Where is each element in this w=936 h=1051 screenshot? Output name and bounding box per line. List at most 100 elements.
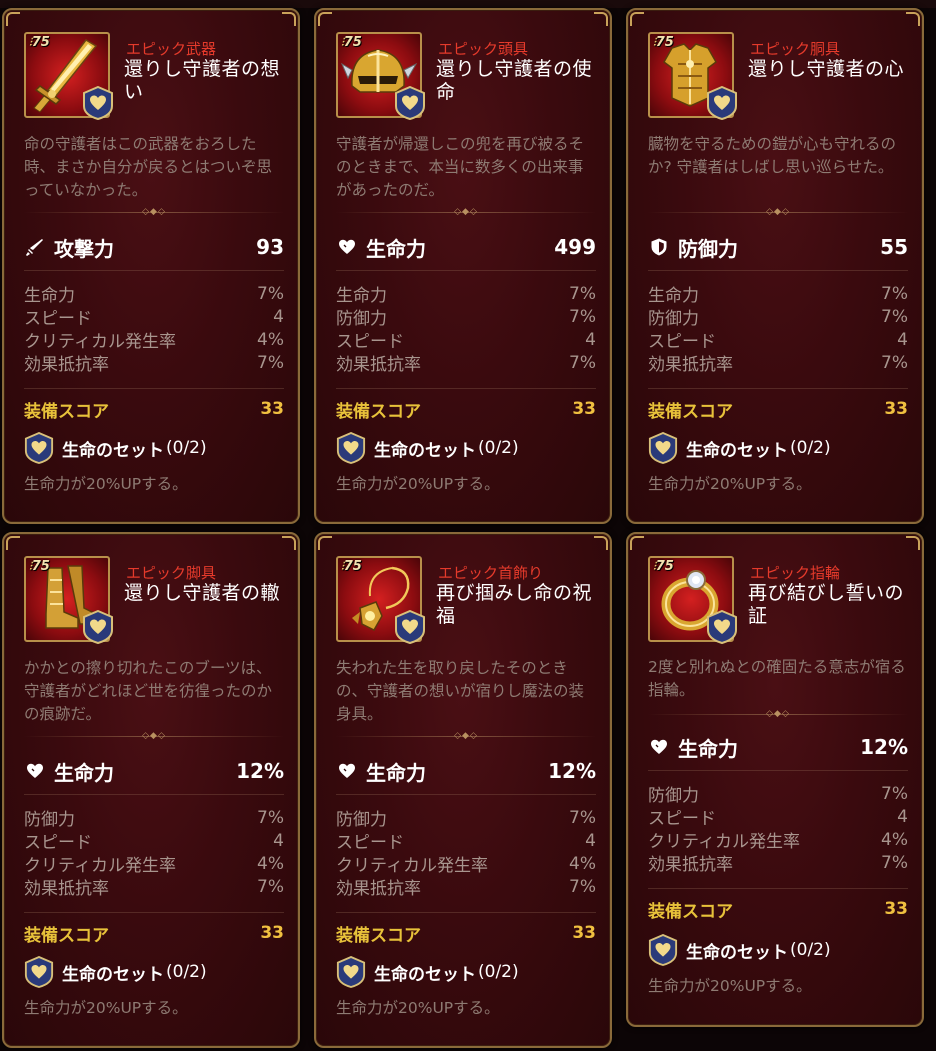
substat-value: 4 xyxy=(273,306,284,327)
substat-label: 効果抵抗率 xyxy=(336,355,421,375)
substat-value: 7% xyxy=(569,283,596,304)
equipment-card-5[interactable]: ⫶75 エピック首飾り 再び掴みし命の祝福 失われた生を取り戻したそのときの、守… xyxy=(314,532,612,1048)
set-row[interactable]: 生命のセット (0/2) xyxy=(648,934,908,966)
substat-value: 7% xyxy=(257,352,284,373)
substat-row: 防御力 7% xyxy=(336,806,596,831)
substat-value: 4 xyxy=(585,830,596,851)
stat-rule xyxy=(336,794,596,795)
substat-value: 7% xyxy=(569,807,596,828)
substat-value: 7% xyxy=(881,852,908,873)
section-divider: ◇◆◇ xyxy=(648,207,908,217)
item-name: 還りし守護者の轍 xyxy=(124,582,281,604)
set-badge-icon xyxy=(83,610,113,644)
item-name: 還りし守護者の心 xyxy=(748,58,905,80)
substat-label: 防御力 xyxy=(648,786,699,806)
item-description: 2度と別れぬとの確固たる意志が宿る指輪。 xyxy=(648,658,906,699)
item-name: 再び掴みし命の祝福 xyxy=(436,582,593,627)
substat-label: 効果抵抗率 xyxy=(24,355,109,375)
heart-icon xyxy=(27,763,43,778)
substat-row: 生命力 7% xyxy=(648,282,908,307)
substat-row: スピード 4 xyxy=(336,829,596,854)
item-description: 失われた生を取り戻したそのときの、守護者の想いが宿りし魔法の装身具。 xyxy=(336,659,585,723)
heart-icon xyxy=(339,239,355,254)
set-row[interactable]: 生命のセット (0/2) xyxy=(24,432,284,464)
substat-label: 生命力 xyxy=(24,286,75,306)
substat-list: 生命力 7% 防御力 7% スピード 4 効果抵抗率 7% xyxy=(336,282,596,376)
stat-rule xyxy=(24,912,284,913)
life-set-icon xyxy=(648,432,678,464)
main-stat: 生命力 12% xyxy=(648,732,908,762)
frame-corner xyxy=(594,536,608,550)
substat-value: 4% xyxy=(257,853,284,874)
substat-row: スピード 4 xyxy=(24,829,284,854)
main-stat-value: 499 xyxy=(554,235,596,259)
set-count: (0/2) xyxy=(790,940,831,960)
item-category: エピック首飾り xyxy=(438,564,544,582)
score-value: 33 xyxy=(260,399,284,419)
main-stat: 防御力 55 xyxy=(648,232,908,262)
score-label: 装備スコア xyxy=(336,401,421,422)
equipment-card-2[interactable]: ⫶75 エピック頭具 還りし守護者の使命 守護者が帰還しこの兜を再び被るそのとき… xyxy=(314,8,612,524)
substat-label: スピード xyxy=(336,332,404,352)
stat-rule xyxy=(24,794,284,795)
item-category: エピック頭具 xyxy=(438,40,529,58)
life-set-icon xyxy=(336,432,366,464)
set-name: 生命のセット xyxy=(686,440,788,461)
substat-label: クリティカル発生率 xyxy=(336,856,488,876)
score-value: 33 xyxy=(884,399,908,419)
substat-row: 効果抵抗率 7% xyxy=(336,351,596,376)
set-effect: 生命力が20%UPする。 xyxy=(648,977,812,995)
substat-label: クリティカル発生率 xyxy=(24,332,176,352)
item-name: 再び結びし誓いの証 xyxy=(748,582,905,627)
equipment-card-1[interactable]: ⫶75 エピック武器 還りし守護者の想い 命の守護者はこの武器をおろした時、まさ… xyxy=(2,8,300,524)
main-stat-label: 生命力 xyxy=(366,760,426,785)
substat-row: クリティカル発生率 4% xyxy=(24,328,284,353)
section-divider: ◇◆◇ xyxy=(336,207,596,217)
life-set-icon xyxy=(24,432,54,464)
main-stat-label: 生命力 xyxy=(366,236,426,261)
score-label: 装備スコア xyxy=(24,401,109,422)
frame-corner xyxy=(630,12,644,26)
set-row[interactable]: 生命のセット (0/2) xyxy=(336,956,596,988)
substat-value: 7% xyxy=(569,306,596,327)
item-category: エピック武器 xyxy=(126,40,217,58)
set-count: (0/2) xyxy=(790,438,831,458)
set-badge-icon xyxy=(707,610,737,644)
frame-corner xyxy=(6,536,20,550)
substat-row: クリティカル発生率 4% xyxy=(336,852,596,877)
set-row[interactable]: 生命のセット (0/2) xyxy=(336,432,596,464)
set-name: 生命のセット xyxy=(62,440,164,461)
set-badge-icon xyxy=(395,610,425,644)
substat-row: 効果抵抗率 7% xyxy=(648,351,908,376)
substat-row: 効果抵抗率 7% xyxy=(24,875,284,900)
life-set-icon xyxy=(648,934,678,966)
set-badge-icon xyxy=(83,86,113,120)
item-description: 臓物を守るための鎧が心も守れるのか? 守護者はしばし思い巡らせた。 xyxy=(648,135,897,176)
main-stat-value: 12% xyxy=(548,759,596,783)
substat-value: 4 xyxy=(585,329,596,350)
equipment-card-3[interactable]: ⫶75 エピック胴具 還りし守護者の心 臓物を守るための鎧が心も守れるのか? 守… xyxy=(626,8,924,524)
main-stat-label: 防御力 xyxy=(678,236,738,261)
equipment-card-4[interactable]: ⫶75 エピック脚具 還りし守護者の轍 かかとの擦り切れたこのブーツは、守護者が… xyxy=(2,532,300,1048)
equipment-score: 装備スコア 33 xyxy=(24,396,284,422)
substat-row: 生命力 7% xyxy=(336,282,596,307)
score-label: 装備スコア xyxy=(336,925,421,946)
section-divider: ◇◆◇ xyxy=(24,207,284,217)
set-count: (0/2) xyxy=(478,438,519,458)
substat-value: 7% xyxy=(257,283,284,304)
frame-corner xyxy=(318,536,332,550)
stat-rule xyxy=(648,388,908,389)
substat-value: 7% xyxy=(881,783,908,804)
item-name: 還りし守護者の使命 xyxy=(436,58,593,103)
set-row[interactable]: 生命のセット (0/2) xyxy=(648,432,908,464)
frame-corner xyxy=(282,536,296,550)
main-stat-value: 12% xyxy=(860,735,908,759)
substat-row: スピード 4 xyxy=(648,805,908,830)
score-label: 装備スコア xyxy=(648,401,733,422)
substat-value: 7% xyxy=(569,876,596,897)
set-row[interactable]: 生命のセット (0/2) xyxy=(24,956,284,988)
set-count: (0/2) xyxy=(166,962,207,982)
stat-rule xyxy=(648,888,908,889)
frame-corner xyxy=(282,12,296,26)
equipment-card-6[interactable]: ⫶75 エピック指輪 再び結びし誓いの証 2度と別れぬとの確固たる意志が宿る指輪… xyxy=(626,532,924,1027)
